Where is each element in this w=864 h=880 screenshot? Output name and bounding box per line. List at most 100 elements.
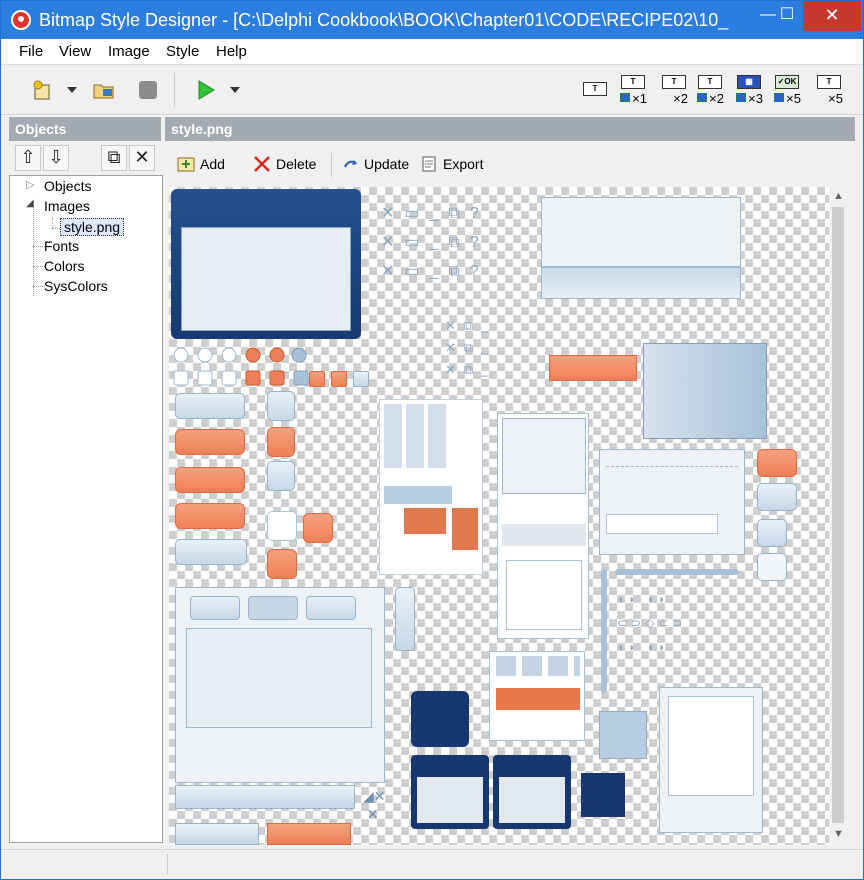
spin-sprite xyxy=(267,391,295,421)
trackbar-vertical-sprite xyxy=(601,569,607,693)
expand-objects-icon[interactable]: ▷ xyxy=(26,178,34,191)
zoom-box: T xyxy=(698,75,722,89)
toolbar-separator xyxy=(174,73,175,107)
zoom-box: ▦ xyxy=(737,75,761,89)
tree-node-style-png[interactable]: style.png xyxy=(60,218,125,236)
tree-node-colors[interactable]: Colors xyxy=(44,258,84,274)
progress-bar-sprite xyxy=(549,355,637,381)
tab-inactive xyxy=(306,596,356,620)
tile-hot-sprite xyxy=(303,513,333,543)
new-file-icon[interactable] xyxy=(31,79,53,101)
scroll-down-icon[interactable]: ▼ xyxy=(833,829,844,840)
menu-help[interactable]: Help xyxy=(216,43,247,60)
copy-icon[interactable]: ⧉ xyxy=(101,145,127,171)
combobox-head xyxy=(496,656,580,676)
selection-block xyxy=(404,508,446,534)
navy-frame-sprite xyxy=(411,755,489,829)
tree-node-objects[interactable]: Objects xyxy=(44,178,91,194)
delete-button[interactable]: Delete xyxy=(253,155,316,173)
run-glyph xyxy=(198,80,215,100)
radio-check-sprites xyxy=(173,347,309,389)
canvas-vertical-scrollbar[interactable]: ▲ ▼ xyxy=(829,187,847,845)
update-icon xyxy=(343,155,359,173)
tree-node-fonts[interactable]: Fonts xyxy=(44,238,79,254)
add-button[interactable]: Add xyxy=(177,155,225,173)
collapse-images-icon[interactable]: ◢ xyxy=(26,198,34,209)
tree-node-images[interactable]: Images xyxy=(44,198,90,214)
combobox-sprite xyxy=(489,651,585,741)
tab-active xyxy=(248,596,298,620)
objects-panel-header: Objects xyxy=(9,117,161,141)
groupbox-sprite xyxy=(599,449,745,555)
zoom-label: ×2 xyxy=(673,91,688,106)
gradient-panel-sprite xyxy=(643,343,767,439)
zoom-actual-button[interactable]: T xyxy=(581,73,609,109)
small-blue-button xyxy=(353,371,369,387)
form-frame-sprite xyxy=(171,189,361,339)
zoom-label: ×5 xyxy=(786,91,801,106)
tab-sheet xyxy=(186,628,372,728)
move-down-icon[interactable]: ⇩ xyxy=(43,145,69,171)
trackbar-sprite xyxy=(615,569,739,575)
groupbox-line xyxy=(606,466,738,467)
zoom-x2-alt-button[interactable]: T ×2 xyxy=(696,73,724,109)
menu-view[interactable]: View xyxy=(59,43,91,60)
navy-frame-inner xyxy=(499,777,565,823)
update-label: Update xyxy=(364,156,410,172)
stop-icon[interactable] xyxy=(137,79,159,101)
scrollbar-sprite xyxy=(497,413,589,639)
zoom-x1-button[interactable]: T ×1 xyxy=(619,73,647,109)
tab-arrows-sprite: ◖◗ ◖◗ ⊂⊃◇⊂⊃ ◖◗ ◖◗ xyxy=(617,592,687,654)
tree-connector xyxy=(52,218,53,228)
zoom-x5-alt-button[interactable]: T ×5 xyxy=(815,73,843,109)
zoom-label: ×3 xyxy=(748,91,763,106)
bottom-bar-sprite-2 xyxy=(175,823,259,845)
app-window: Bitmap Style Designer - [C:\Delphi Cookb… xyxy=(0,0,864,880)
menu-image[interactable]: Image xyxy=(108,43,150,60)
small-orange-button xyxy=(309,371,325,387)
scroll-thumb[interactable] xyxy=(832,207,844,823)
new-dropdown-icon[interactable] xyxy=(67,87,77,93)
bottom-orange-sprite xyxy=(267,823,351,845)
zoom-label: ×5 xyxy=(828,91,843,106)
title-bar: Bitmap Style Designer - [C:\Delphi Cookb… xyxy=(1,1,863,39)
delete-label: Delete xyxy=(276,156,317,172)
zoom-box: T xyxy=(817,75,841,89)
objects-panel: Objects ⇧ ⇩ ⧉ ✕ ▷ Objects ◢ Images style… xyxy=(9,117,163,843)
maximize-button[interactable]: ☐ xyxy=(774,1,800,31)
dialog-content xyxy=(668,696,754,796)
move-up-icon[interactable]: ⇧ xyxy=(15,145,41,171)
navy-frame-sprite-2 xyxy=(493,755,571,829)
tree-connector xyxy=(33,206,34,296)
object-tree[interactable]: ▷ Objects ◢ Images style.png Fonts Color… xyxy=(9,175,163,843)
caption-buttons-sprite: ✕▭_⧉? ✕▭_⧉? ✕▭_⧉? xyxy=(381,205,489,280)
menu-style[interactable]: Style xyxy=(166,43,199,60)
window-title: Bitmap Style Designer - [C:\Delphi Cookb… xyxy=(39,10,729,30)
zoom-box: T xyxy=(662,75,686,89)
export-button[interactable]: Export xyxy=(420,155,483,173)
combobox-selection xyxy=(496,688,580,710)
close-button[interactable]: ✕ xyxy=(803,1,861,31)
zoom-x3-button[interactable]: ▦ ×3 xyxy=(735,73,763,109)
zoom-x2-button[interactable]: T ×2 xyxy=(660,73,688,109)
square-hot-sprite xyxy=(757,449,797,477)
run-dropdown-icon[interactable] xyxy=(230,87,240,93)
style-image-canvas[interactable]: ✕▭_⧉? ✕▭_⧉? ✕▭_⧉? ✕⧉_ ✕⧉_ ✕⧉_ ◖◗ ◖◗ ⊂⊃◇⊂… xyxy=(169,187,829,845)
open-folder-icon[interactable] xyxy=(93,79,115,101)
zoom-box: T xyxy=(583,82,607,96)
remove-icon[interactable]: ✕ xyxy=(129,145,155,171)
scroll-up-icon[interactable]: ▲ xyxy=(833,191,844,202)
menu-file[interactable]: File xyxy=(19,43,43,60)
tree-node-syscolors[interactable]: SysColors xyxy=(44,278,108,294)
zoom-x5-button[interactable]: ✓OK ×5 xyxy=(773,73,801,109)
run-icon[interactable] xyxy=(195,79,217,101)
dialog-sprite xyxy=(659,687,763,833)
scroll-top xyxy=(502,418,586,494)
add-image-icon xyxy=(177,155,195,173)
update-button[interactable]: Update xyxy=(343,155,409,173)
scroll-bottom xyxy=(506,560,582,630)
small-orange-buttons xyxy=(309,371,371,387)
zoom-mini-icon xyxy=(774,93,784,102)
image-panel: style.png Add Delete Update Export ✕▭_⧉?… xyxy=(165,117,855,847)
panel-sprite xyxy=(541,197,741,301)
